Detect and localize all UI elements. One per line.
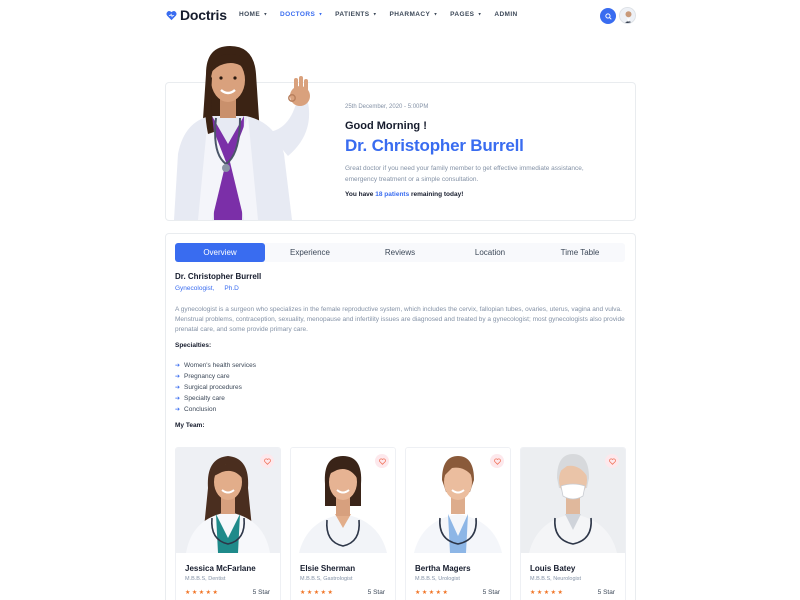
member-name[interactable]: Jessica McFarlane bbox=[185, 564, 256, 573]
star-rating-icon: ★★★★★ bbox=[300, 590, 335, 596]
member-rating: 5 Star bbox=[482, 589, 500, 596]
heart-icon[interactable] bbox=[605, 454, 619, 468]
team-grid: Jessica McFarlane M.B.B.S, Dentist ★★★★★… bbox=[175, 447, 626, 600]
note-suffix: remaining today! bbox=[409, 191, 464, 198]
specialty-label: Women's health services bbox=[184, 362, 256, 369]
nav-label: PAGES bbox=[450, 11, 475, 18]
nav-label: PHARMACY bbox=[389, 11, 431, 18]
heart-icon[interactable] bbox=[260, 454, 274, 468]
tab-reviews[interactable]: Reviews bbox=[355, 243, 445, 262]
arrow-right-icon: ➔ bbox=[175, 407, 181, 413]
list-item: ➔ Surgical procedures bbox=[175, 382, 256, 393]
tag-link[interactable]: Ph.D bbox=[224, 285, 238, 292]
team-member-card[interactable]: Elsie Sherman M.B.B.S, Gastrologist ★★★★… bbox=[290, 447, 396, 600]
list-item: ➔ Women's health services bbox=[175, 360, 256, 371]
brand-logo[interactable]: Doctris bbox=[166, 7, 227, 23]
main-nav: HOME ▾ DOCTORS ▾ PATIENTS ▾ PHARMACY ▾ PAGES… bbox=[239, 11, 531, 18]
note-prefix: You have bbox=[345, 191, 376, 198]
overview-doctor-name: Dr. Christopher Burrell bbox=[175, 272, 262, 281]
tab-experience[interactable]: Experience bbox=[265, 243, 355, 262]
member-name[interactable]: Elsie Sherman bbox=[300, 564, 355, 573]
search-icon bbox=[604, 7, 612, 25]
tab-time-table[interactable]: Time Table bbox=[535, 243, 625, 262]
arrow-right-icon: ➔ bbox=[175, 363, 181, 369]
hero-description: Great doctor if you need your family mem… bbox=[345, 165, 584, 183]
patients-remaining-note: You have 18 patients remaining today! bbox=[345, 191, 463, 198]
profile-tabs: Overview Experience Reviews Location Tim… bbox=[175, 243, 625, 262]
nav-patients[interactable]: PATIENTS ▾ bbox=[335, 11, 376, 18]
member-degree: M.B.B.S, Dentist bbox=[185, 576, 226, 582]
team-member-card[interactable]: Bertha Magers M.B.B.S, Urologist ★★★★★ 5… bbox=[405, 447, 511, 600]
doctor-name-heading: Dr. Christopher Burrell bbox=[345, 136, 524, 155]
patients-count-link[interactable]: 18 patients bbox=[375, 191, 409, 198]
member-name[interactable]: Louis Batey bbox=[530, 564, 575, 573]
heart-icon[interactable] bbox=[490, 454, 504, 468]
top-navbar: Doctris HOME ▾ DOCTORS ▾ PATIENTS ▾ PHARMAC… bbox=[0, 0, 800, 32]
specialties-heading: Specialties: bbox=[175, 342, 212, 349]
nav-label: PATIENTS bbox=[335, 11, 370, 18]
nav-pages[interactable]: PAGES ▾ bbox=[450, 11, 481, 18]
nav-pharmacy[interactable]: PHARMACY ▾ bbox=[389, 11, 437, 18]
list-item: ➔ Conclusion bbox=[175, 404, 256, 415]
nav-label: HOME bbox=[239, 11, 261, 18]
member-degree: M.B.B.S, Urologist bbox=[415, 576, 460, 582]
tab-location[interactable]: Location bbox=[445, 243, 535, 262]
arrow-right-icon: ➔ bbox=[175, 374, 181, 380]
specialties-list: ➔ Women's health services ➔ Pregnancy care… bbox=[175, 360, 256, 415]
team-heading: My Team: bbox=[175, 422, 205, 429]
specialty-label: Pregnancy care bbox=[184, 373, 230, 380]
chevron-down-icon: ▾ bbox=[264, 11, 268, 17]
nav-label: DOCTORS bbox=[280, 11, 316, 18]
specialty-label: Conclusion bbox=[184, 406, 217, 413]
heart-logo-icon bbox=[166, 10, 177, 21]
nav-label: ADMIN bbox=[494, 11, 518, 18]
member-rating: 5 Star bbox=[252, 589, 270, 596]
chevron-down-icon: ▾ bbox=[319, 11, 323, 17]
search-button[interactable] bbox=[600, 8, 616, 24]
star-rating-icon: ★★★★★ bbox=[415, 590, 450, 596]
star-rating-icon: ★★★★★ bbox=[530, 590, 565, 596]
heart-icon[interactable] bbox=[375, 454, 389, 468]
brand-name: Doctris bbox=[180, 7, 227, 23]
team-member-card[interactable]: Louis Batey M.B.B.S, Neurologist ★★★★★ 5… bbox=[520, 447, 626, 600]
arrow-right-icon: ➔ bbox=[175, 385, 181, 391]
team-member-card[interactable]: Jessica McFarlane M.B.B.S, Dentist ★★★★★… bbox=[175, 447, 281, 600]
specialty-label: Surgical procedures bbox=[184, 384, 242, 391]
doctor-illustration bbox=[168, 44, 328, 220]
nav-doctors[interactable]: DOCTORS ▾ bbox=[280, 11, 322, 18]
chevron-down-icon: ▾ bbox=[478, 11, 482, 17]
member-degree: M.B.B.S, Neurologist bbox=[530, 576, 582, 582]
greeting: Good Morning ! bbox=[345, 120, 427, 132]
specialty-label: Specialty care bbox=[184, 395, 225, 402]
star-rating-icon: ★★★★★ bbox=[185, 590, 220, 596]
chevron-down-icon: ▾ bbox=[434, 11, 438, 17]
member-rating: 5 Star bbox=[367, 589, 385, 596]
nav-home[interactable]: HOME ▾ bbox=[239, 11, 267, 18]
list-item: ➔ Pregnancy care bbox=[175, 371, 256, 382]
doctor-tags: Gynecologist, Ph.D bbox=[175, 285, 239, 292]
member-degree: M.B.B.S, Gastrologist bbox=[300, 576, 353, 582]
member-name[interactable]: Bertha Magers bbox=[415, 564, 471, 573]
tag-link[interactable]: Gynecologist, bbox=[175, 285, 214, 292]
tab-overview[interactable]: Overview bbox=[175, 243, 265, 262]
user-avatar[interactable] bbox=[619, 7, 636, 24]
doctor-about-text: A gynecologist is a surgeon who speciali… bbox=[175, 306, 625, 333]
appointment-date: 25th December, 2020 - 5:00PM bbox=[345, 104, 429, 110]
list-item: ➔ Specialty care bbox=[175, 393, 256, 404]
nav-admin[interactable]: ADMIN bbox=[494, 11, 517, 18]
chevron-down-icon: ▾ bbox=[373, 11, 377, 17]
arrow-right-icon: ➔ bbox=[175, 396, 181, 402]
member-rating: 5 Star bbox=[597, 589, 615, 596]
